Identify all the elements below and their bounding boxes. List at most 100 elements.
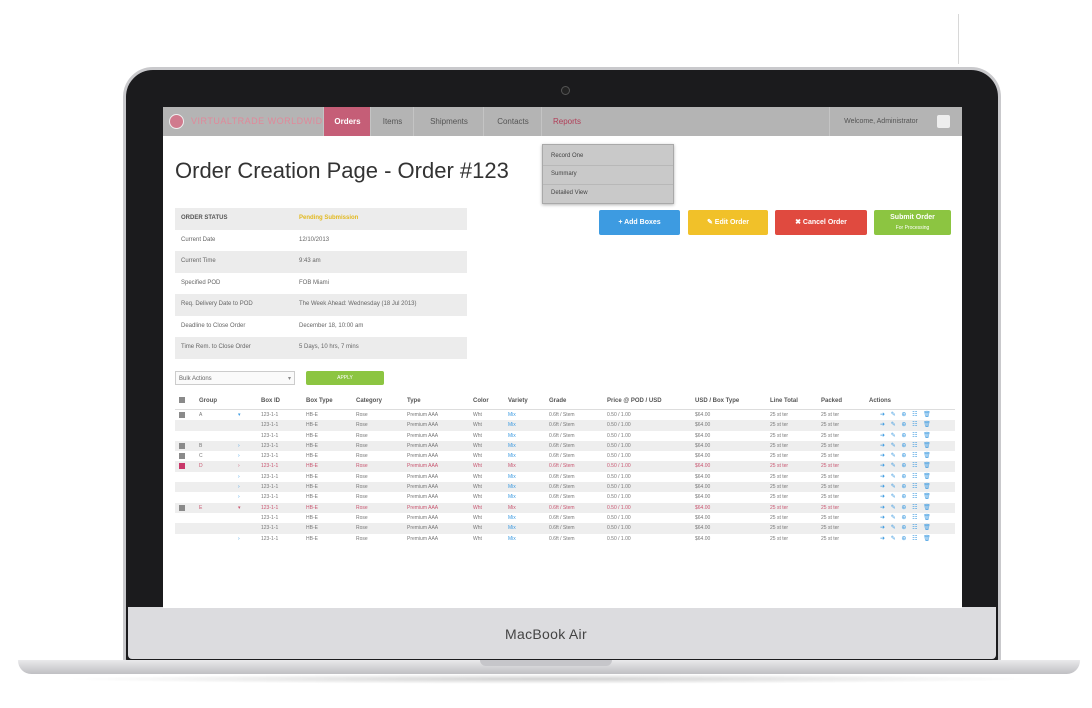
cell-variety[interactable]: Mix — [508, 474, 516, 480]
row-actions-icons[interactable]: ➜ ✎ ⊕ ☷ 🗑 — [880, 514, 933, 521]
row-actions-icons[interactable]: ➜ ✎ ⊕ ☷ 🗑 — [880, 421, 933, 428]
expand-chevron-icon[interactable]: › — [238, 494, 240, 500]
column-header[interactable]: Category — [356, 398, 382, 404]
cell-variety[interactable]: Mix — [508, 505, 516, 511]
cell-variety[interactable]: Mix — [508, 525, 516, 531]
column-header[interactable]: USD / Box Type — [695, 398, 739, 404]
brand-name[interactable]: VIRTUALTRADE WORLDWIDE — [191, 116, 329, 126]
table-row[interactable]: › D 123-1-1 HB-E Rose Premium AAA Wht Mix 0.6ft … — [175, 461, 955, 472]
row-actions-icons[interactable]: ➜ ✎ ⊕ ☷ 🗑 — [880, 493, 933, 500]
table-row[interactable]: 123-1-1 HB-E Rose Premium AAA Wht Mix 0.6ft / … — [175, 431, 955, 441]
add-boxes-button[interactable]: + Add Boxes — [599, 210, 680, 235]
cell-variety[interactable]: Mix — [508, 433, 516, 439]
row-checkbox[interactable] — [179, 442, 185, 449]
expand-chevron-icon[interactable]: ▾ — [238, 412, 241, 418]
cell-grade: 0.6ft / Stem — [549, 473, 575, 480]
column-header[interactable]: Box Type — [306, 398, 333, 404]
bulk-actions-select[interactable]: Bulk Actions ▾ — [175, 371, 295, 385]
column-header[interactable]: Box ID — [261, 398, 280, 404]
table-row[interactable]: ▾ E 123-1-1 HB-E Rose Premium AAA Wht Mix 0.6ft … — [175, 502, 955, 513]
cell-packed: 25 st ter — [821, 473, 840, 480]
cell-variety[interactable]: Mix — [508, 484, 516, 490]
row-checkbox[interactable] — [179, 504, 185, 511]
cell-variety[interactable]: Mix — [508, 515, 516, 521]
expand-chevron-icon[interactable]: › — [238, 536, 240, 542]
expand-chevron-icon[interactable]: › — [238, 443, 240, 449]
table-row[interactable]: › B 123-1-1 HB-E Rose Premium AAA Wht Mix 0.6ft … — [175, 440, 955, 452]
cancel-order-button[interactable]: ✖ Cancel Order — [775, 210, 867, 235]
column-header[interactable]: Grade — [549, 398, 566, 404]
camera-icon — [561, 86, 570, 95]
tab-items[interactable]: Items — [370, 107, 414, 136]
column-header[interactable]: Packed — [821, 398, 842, 404]
cell-variety[interactable]: Mix — [508, 494, 516, 500]
tab-contacts[interactable]: Contacts — [483, 107, 542, 136]
column-header[interactable]: Actions — [869, 398, 891, 404]
cell-variety[interactable]: Mix — [508, 412, 516, 418]
tab-orders[interactable]: Orders — [323, 107, 371, 136]
table-row[interactable]: ▾ A 123-1-1 HB-E Rose Premium AAA Wht Mix 0.6ft … — [175, 410, 955, 420]
row-actions-icons[interactable]: ➜ ✎ ⊕ ☷ 🗑 — [880, 442, 933, 449]
row-actions-icons[interactable]: ➜ ✎ ⊕ ☷ 🗑 — [880, 483, 933, 490]
info-key: Req. Delivery Date to POD — [181, 301, 253, 307]
row-actions-icons[interactable]: ➜ ✎ ⊕ ☷ 🗑 — [880, 473, 933, 480]
column-header[interactable]: Group — [199, 398, 217, 404]
cell-grade: 0.6ft / Stem — [549, 412, 575, 418]
cell-total: 25 st ter — [770, 473, 789, 480]
info-row: Time Rem. to Close Order 5 Days, 10 hrs, … — [175, 337, 467, 359]
expand-chevron-icon[interactable]: › — [238, 463, 240, 469]
cell-variety[interactable]: Mix — [508, 463, 516, 469]
submit-order-button[interactable]: Submit Order For Processing — [874, 210, 951, 235]
cell-box: 123-1-1 — [261, 484, 279, 491]
cell-total: 25 st ter — [770, 432, 789, 439]
cell-color: Wht — [473, 535, 482, 542]
cell-price: 0.50 / 1.00 — [607, 442, 631, 449]
tab-shipments[interactable]: Shipments — [413, 107, 484, 136]
column-header[interactable]: Type — [407, 398, 421, 404]
logo-icon[interactable] — [169, 114, 184, 129]
user-menu-icon[interactable] — [937, 115, 950, 128]
cell-packed: 25 st ter — [821, 484, 840, 491]
row-actions-icons[interactable]: ➜ ✎ ⊕ ☷ 🗑 — [880, 432, 933, 439]
table-row[interactable]: › 123-1-1 HB-E Rose Premium AAA Wht Mix 0.6ft /… — [175, 534, 955, 544]
row-actions-icons[interactable]: ➜ ✎ ⊕ ☷ 🗑 — [880, 462, 933, 469]
menu-item-summary[interactable]: Summary — [551, 171, 577, 177]
row-actions-icons[interactable]: ➜ ✎ ⊕ ☷ 🗑 — [880, 535, 933, 542]
row-actions-icons[interactable]: ➜ ✎ ⊕ ☷ 🗑 — [880, 524, 933, 531]
table-row[interactable]: 123-1-1 HB-E Rose Premium AAA Wht Mix 0.6ft / … — [175, 523, 955, 534]
edit-order-button[interactable]: ✎ Edit Order — [688, 210, 768, 235]
row-checkbox[interactable] — [179, 412, 185, 418]
apply-button[interactable]: APPLY — [306, 371, 384, 385]
table-row[interactable]: › 123-1-1 HB-E Rose Premium AAA Wht Mix 0.6ft /… — [175, 472, 955, 482]
tab-reports[interactable]: Reports — [541, 107, 592, 136]
cell-grade: 0.6ft / Stem — [549, 442, 575, 449]
expand-chevron-icon[interactable]: › — [238, 453, 240, 459]
row-checkbox[interactable] — [179, 453, 185, 460]
cell-variety[interactable]: Mix — [508, 453, 516, 459]
row-actions-icons[interactable]: ➜ ✎ ⊕ ☷ 🗑 — [880, 452, 933, 459]
row-actions-icons[interactable]: ➜ ✎ ⊕ ☷ 🗑 — [880, 504, 933, 511]
expand-chevron-icon[interactable]: › — [238, 484, 240, 490]
row-checkbox[interactable] — [179, 463, 185, 470]
expand-chevron-icon[interactable]: › — [238, 474, 240, 480]
menu-item-detailed-view[interactable]: Detailed View — [551, 190, 588, 196]
menu-item-record-one[interactable]: Record One — [551, 153, 583, 159]
cell-color: Wht — [473, 473, 482, 480]
column-header[interactable]: Price @ POD / USD — [607, 398, 662, 404]
select-all-checkbox[interactable] — [179, 397, 185, 403]
cell-variety[interactable]: Mix — [508, 422, 516, 428]
table-row[interactable]: › 123-1-1 HB-E Rose Premium AAA Wht Mix 0.6ft /… — [175, 492, 955, 502]
table-row[interactable]: 123-1-1 HB-E Rose Premium AAA Wht Mix 0.6ft / … — [175, 513, 955, 523]
row-actions-icons[interactable]: ➜ ✎ ⊕ ☷ 🗑 — [880, 411, 933, 418]
cell-variety[interactable]: Mix — [508, 443, 516, 449]
column-header[interactable]: Variety — [508, 398, 528, 404]
cell-total: 25 st ter — [770, 484, 789, 491]
cell-variety[interactable]: Mix — [508, 536, 516, 542]
column-header[interactable]: Line Total — [770, 398, 798, 404]
column-header[interactable]: Color — [473, 398, 489, 404]
cell-btype: HB-E — [306, 484, 318, 491]
table-row[interactable]: › C 123-1-1 HB-E Rose Premium AAA Wht Mix 0.6ft … — [175, 451, 955, 461]
expand-chevron-icon[interactable]: ▾ — [238, 505, 241, 511]
table-row[interactable]: › 123-1-1 HB-E Rose Premium AAA Wht Mix 0.6ft /… — [175, 482, 955, 493]
table-row[interactable]: 123-1-1 HB-E Rose Premium AAA Wht Mix 0.6ft / … — [175, 420, 955, 431]
